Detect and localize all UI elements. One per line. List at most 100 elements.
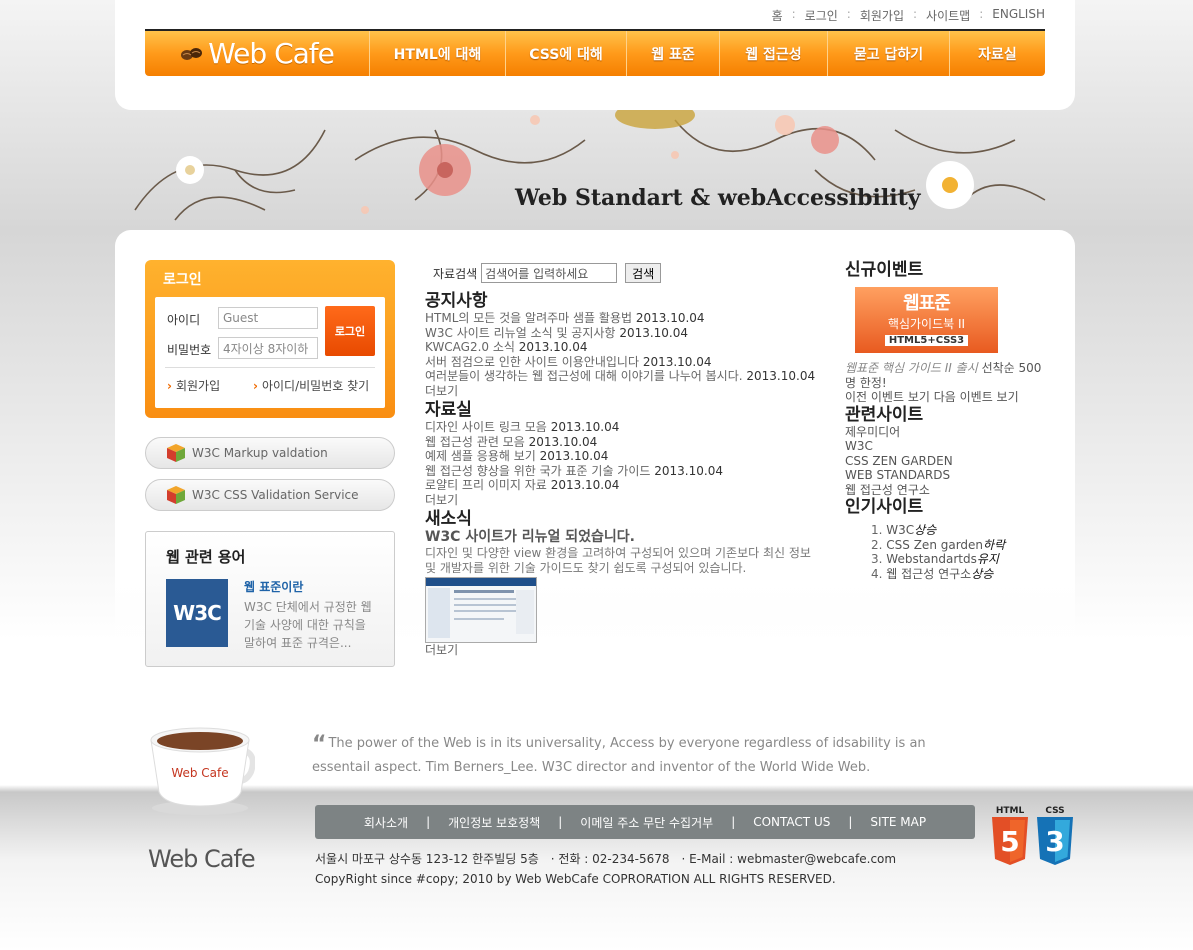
main-banner: Web Standart & webAccessibility bbox=[115, 110, 1075, 232]
password-field[interactable] bbox=[218, 337, 318, 359]
utility-nav: 홈: 로그인: 회원가입: 사이트맵: ENGLISH bbox=[771, 7, 1045, 24]
news-screenshot-image[interactable] bbox=[425, 577, 537, 643]
html5-badge-label: HTML bbox=[996, 806, 1025, 816]
banner-title: Web Standart & webAccessibility bbox=[515, 185, 921, 211]
nav-html[interactable]: HTML에 대해 bbox=[370, 31, 506, 76]
html5-badge-icon: HTML 5 bbox=[992, 806, 1028, 865]
util-join-link[interactable]: 회원가입 bbox=[860, 7, 904, 24]
related-link[interactable]: 제우미디어 bbox=[845, 425, 1045, 440]
list-item[interactable]: 3. Webstandartds유지 bbox=[871, 552, 1045, 567]
pw-label: 비밀번호 bbox=[167, 343, 212, 357]
search-label: 자료검색 bbox=[433, 266, 478, 281]
css3-badge-number: 3 bbox=[1045, 825, 1064, 858]
login-form: 아이디 비밀번호 로그인 ›회원가입 ›아이디/비밀번호 찾기 bbox=[155, 297, 385, 408]
footer-logo: Web Cafe bbox=[148, 845, 256, 873]
logo-text: Web Cafe bbox=[208, 37, 335, 70]
find-account-link[interactable]: › 아이디/비밀번호 찾기 bbox=[253, 377, 369, 394]
web-standard-term-link[interactable]: 웹 표준이란 bbox=[244, 578, 303, 595]
related-link[interactable]: 웹 접근성 연구소 bbox=[845, 483, 1045, 498]
w3c-markup-validation-button[interactable]: W3C Markup valdation bbox=[145, 437, 395, 469]
archive-more-link[interactable]: 더보기 bbox=[425, 493, 458, 507]
login-box: 로그인 아이디 비밀번호 로그인 ›회원가입 ›아이디/비밀번호 찾기 bbox=[145, 260, 395, 418]
related-title: 관련사이트 bbox=[845, 404, 924, 425]
footer-address: 서울시 마포구 상수동 123-12 한주빌딩 5층 · 전화 : 02-234-… bbox=[315, 849, 896, 889]
quote-icon: “ bbox=[312, 732, 327, 757]
nav-qna[interactable]: 묻고 답하기 bbox=[828, 31, 950, 76]
cup-label: Web Cafe bbox=[171, 766, 228, 780]
coffee-bean-icon bbox=[181, 47, 203, 60]
list-item[interactable]: 서버 점검으로 인한 사이트 이용안내입니다 2013.10.04 bbox=[425, 355, 825, 370]
util-sitemap-link[interactable]: 사이트맵 bbox=[926, 7, 970, 24]
w3c-markup-validation-label: W3C Markup valdation bbox=[192, 446, 328, 460]
archive-list: 디자인 사이트 링크 모음 2013.10.04 웹 접근성 관련 모음 201… bbox=[425, 420, 825, 493]
news-more-link[interactable]: 더보기 bbox=[425, 643, 458, 657]
list-item[interactable]: 로얄티 프리 이미지 자료 2013.10.04 bbox=[425, 478, 825, 493]
nav-web-standard[interactable]: 웹 표준 bbox=[627, 31, 720, 76]
floral-decoration bbox=[134, 110, 1046, 221]
book-title: 웹표준 bbox=[903, 293, 951, 314]
email-text: · E-Mail : webmaster@webcafe.com bbox=[681, 852, 897, 866]
nav-web-accessibility[interactable]: 웹 접근성 bbox=[720, 31, 828, 76]
copyright-text: CopyRight since #copy; 2010 by Web WebCa… bbox=[315, 872, 836, 886]
footer-nav: 회사소개 | 개인정보 보호정책 | 이메일 주소 무단 수집거부 | CONTACT… bbox=[315, 805, 975, 839]
search-input[interactable] bbox=[481, 263, 618, 283]
popular-title: 인기사이트 bbox=[845, 497, 924, 517]
join-link[interactable]: › 회원가입 bbox=[167, 377, 220, 394]
list-item[interactable]: 4. 웹 접근성 연구소상승 bbox=[871, 567, 1045, 582]
notice-title: 공지사항 bbox=[425, 291, 488, 311]
list-item[interactable]: 웹 접근성 관련 모음 2013.10.04 bbox=[425, 435, 825, 450]
notice-list: HTML의 모든 것을 알려주마 샘플 활용법 2013.10.04 W3C 사… bbox=[425, 311, 825, 384]
id-field[interactable] bbox=[218, 307, 318, 329]
footer-privacy-link[interactable]: 개인정보 보호정책 bbox=[448, 814, 540, 831]
notice-more-link[interactable]: 더보기 bbox=[425, 384, 458, 398]
news-description: 디자인 및 다양한 view 환경을 고려하여 구성되어 있으며 기존보다 최신… bbox=[425, 546, 811, 575]
main-column: 자료검색 검색 공지사항 HTML의 모든 것을 알려주마 샘플 활용법 201… bbox=[425, 263, 825, 658]
login-divider bbox=[165, 367, 375, 368]
footer-email-refusal-link[interactable]: 이메일 주소 무단 수집거부 bbox=[580, 814, 713, 831]
global-nav: Web Cafe HTML에 대해 CSS에 대해 웹 표준 웹 접근성 묻고 … bbox=[145, 29, 1045, 76]
list-item[interactable]: KWCAG2.0 소식 2013.10.04 bbox=[425, 340, 825, 355]
event-text: 웹표준 핵심 가이드 II 출시 선착순 500명 한정! bbox=[845, 361, 1042, 390]
event-nav[interactable]: 이전 이벤트 보기 다음 이벤트 보기 bbox=[845, 390, 1045, 405]
related-link[interactable]: CSS ZEN GARDEN bbox=[845, 454, 1045, 469]
search-button[interactable]: 검색 bbox=[625, 263, 662, 283]
w3c-css-validation-button[interactable]: W3C CSS Validation Service bbox=[145, 479, 395, 511]
address-text: 서울시 마포구 상수동 123-12 한주빌딩 5층 bbox=[315, 852, 539, 866]
login-button[interactable]: 로그인 bbox=[325, 306, 375, 356]
related-link[interactable]: WEB STANDARDS bbox=[845, 468, 1045, 483]
list-item[interactable]: 여러분들이 생각하는 웹 접근성에 대해 이야기를 나누어 봅시다. 2013.… bbox=[425, 369, 825, 384]
phone-text: · 전화 : 02-234-5678 bbox=[550, 852, 670, 866]
event-book-image[interactable]: 웹표준 핵심가이드북 II HTML5+CSS3 bbox=[855, 287, 998, 353]
popular-list: 1. W3C상승 2. CSS Zen garden하락 3. Webstand… bbox=[845, 523, 1045, 581]
related-link[interactable]: W3C bbox=[845, 439, 1045, 454]
content-area: 로그인 아이디 비밀번호 로그인 ›회원가입 ›아이디/비밀번호 찾기 W3C … bbox=[115, 230, 1075, 700]
list-item[interactable]: 디자인 사이트 링크 모음 2013.10.04 bbox=[425, 420, 825, 435]
find-account-label: 아이디/비밀번호 찾기 bbox=[261, 379, 370, 393]
news-headline-link[interactable]: W3C 사이트가 리뉴얼 되었습니다. bbox=[425, 529, 635, 545]
css3-badge-icon: CSS 3 bbox=[1037, 806, 1073, 865]
site-logo[interactable]: Web Cafe bbox=[145, 31, 370, 76]
list-item[interactable]: 2. CSS Zen garden하락 bbox=[871, 538, 1045, 553]
news-title: 새소식 bbox=[425, 509, 472, 529]
w3c-css-validation-label: W3C CSS Validation Service bbox=[192, 488, 359, 502]
nav-css[interactable]: CSS에 대해 bbox=[506, 31, 627, 76]
id-label: 아이디 bbox=[167, 313, 201, 327]
footer-quote: “The power of the Web is in its universa… bbox=[312, 732, 952, 779]
list-item[interactable]: 예제 샘플 응용해 보기 2013.10.04 bbox=[425, 449, 825, 464]
cube-icon bbox=[167, 444, 185, 462]
event-title: 신규이벤트 bbox=[845, 260, 924, 280]
list-item[interactable]: 1. W3C상승 bbox=[871, 523, 1045, 538]
util-login-link[interactable]: 로그인 bbox=[805, 7, 838, 24]
util-home-link[interactable]: 홈 bbox=[772, 7, 783, 24]
list-item[interactable]: HTML의 모든 것을 알려주마 샘플 활용법 2013.10.04 bbox=[425, 311, 825, 326]
web-standard-term-desc: W3C 단체에서 규정한 웹 기술 사양에 대한 규칙을 말하여 표준 규격은.… bbox=[244, 600, 372, 650]
list-item[interactable]: W3C 사이트 리뉴얼 소식 및 공지사항 2013.10.04 bbox=[425, 326, 825, 341]
nav-archive[interactable]: 자료실 bbox=[950, 31, 1045, 76]
footer-sitemap-link[interactable]: SITE MAP bbox=[870, 815, 926, 829]
web-terms-box: 웹 관련 용어 W3C 웹 표준이란 W3C 단체에서 규정한 웹 기술 사양에… bbox=[145, 531, 395, 667]
list-item[interactable]: 웹 접근성 향상을 위한 국가 표준 기술 가이드 2013.10.04 bbox=[425, 464, 825, 479]
footer-company-link[interactable]: 회사소개 bbox=[364, 814, 408, 831]
join-link-label: 회원가입 bbox=[175, 379, 221, 393]
footer-contact-link[interactable]: CONTACT US bbox=[753, 815, 830, 829]
util-english-link[interactable]: ENGLISH bbox=[992, 7, 1045, 24]
